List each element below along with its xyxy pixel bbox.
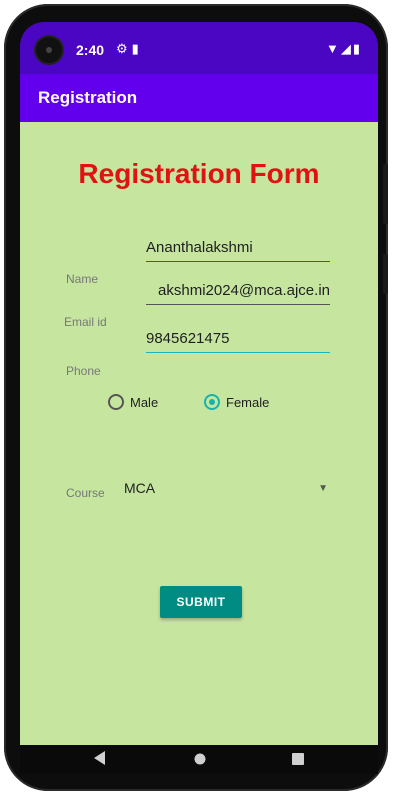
course-dropdown[interactable]: MCA ▼ [124, 480, 334, 502]
form-title: Registration Form [78, 158, 320, 189]
signal-icon: ◢ [340, 41, 353, 56]
radio-checked-icon [204, 394, 220, 410]
dropdown-arrow-icon: ▼ [318, 483, 328, 494]
female-radio-label: Female [226, 394, 270, 410]
app-bar-title: Registration [38, 88, 138, 107]
battery-icon: ▮ [352, 41, 362, 56]
name-field[interactable]: Ananthalakshmi [146, 237, 330, 262]
phone-field[interactable]: 9845621475 [146, 328, 330, 353]
recents-icon[interactable] [292, 753, 304, 765]
registration-form: Registration Form Name Ananthalakshmi Em… [20, 122, 378, 745]
name-label: Name [66, 272, 99, 286]
wifi-icon: ▼ [325, 41, 341, 56]
gender-radio-group: Male Female [108, 392, 308, 416]
email-label: Email id [64, 315, 107, 329]
email-field[interactable]: akshmi2024@mca.ajce.in [146, 280, 330, 305]
male-radio[interactable]: Male [108, 392, 158, 412]
phone-label: Phone [66, 364, 101, 378]
power-button [383, 254, 388, 294]
front-camera [36, 37, 62, 63]
course-label: Course [66, 486, 105, 500]
submit-button[interactable]: SUBMIT [160, 586, 242, 618]
home-icon[interactable] [194, 753, 206, 765]
status-bar: 2:40 ⚙▮ ▼◢▮ [20, 22, 378, 74]
course-selected-value: MCA [124, 480, 156, 496]
male-radio-label: Male [130, 394, 159, 410]
status-time: 2:40 [76, 42, 105, 58]
app-bar: Registration [20, 74, 378, 122]
email-value: akshmi2024@mca.ajce.in [158, 282, 330, 299]
volume-button [383, 164, 388, 224]
radio-unchecked-icon [108, 394, 124, 410]
female-radio[interactable]: Female [204, 392, 269, 412]
settings-icon: ⚙ [116, 41, 132, 56]
phone-frame: 2:40 ⚙▮ ▼◢▮ Registration Registration Fo… [4, 4, 388, 791]
screen: 2:40 ⚙▮ ▼◢▮ Registration Registration Fo… [20, 22, 378, 774]
back-icon[interactable] [94, 751, 106, 765]
navigation-bar [20, 745, 378, 774]
sd-card-icon: ▮ [131, 41, 143, 56]
